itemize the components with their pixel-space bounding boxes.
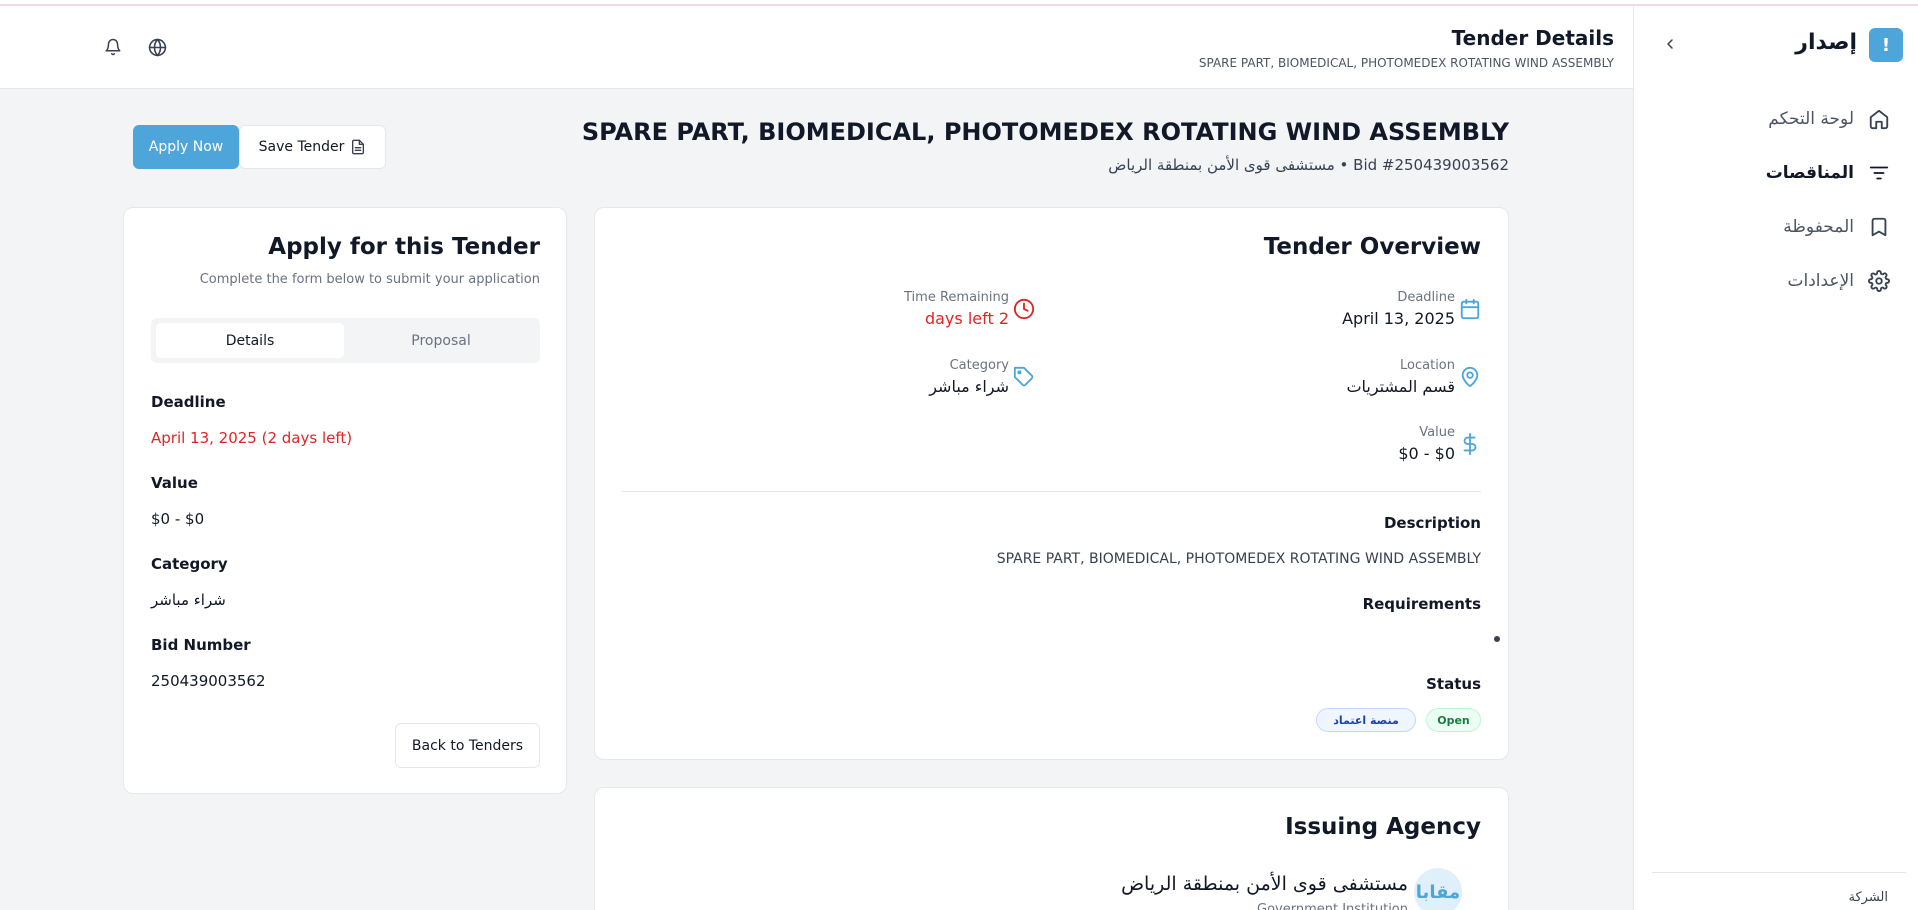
- calendar-icon: [1460, 298, 1480, 320]
- tab-details[interactable]: Details: [156, 323, 344, 358]
- status-label: Status: [1426, 675, 1481, 693]
- logo-icon: !: [1869, 28, 1903, 62]
- apply-tabs: Details Proposal: [151, 318, 540, 363]
- top-header: Tender Details SPARE PART, BIOMEDICAL, P…: [0, 6, 1633, 89]
- location-label: Location: [1400, 358, 1455, 373]
- document-icon: [352, 139, 365, 155]
- globe-icon[interactable]: [146, 36, 168, 58]
- category-info-value: شراء مباشر: [929, 377, 1009, 396]
- value-label: Value: [151, 474, 198, 492]
- overview-title: Tender Overview: [1263, 234, 1481, 260]
- sidebar-item-dashboard[interactable]: لوحة التحكم: [1768, 104, 1890, 134]
- time-remaining-value: days left 2: [924, 309, 1009, 328]
- deadline-label: Deadline: [151, 393, 226, 411]
- description-label: Description: [1383, 514, 1481, 532]
- clock-icon: [1013, 298, 1035, 320]
- home-icon: [1869, 109, 1889, 130]
- agency-title: Issuing Agency: [1285, 814, 1481, 840]
- sidebar-item-tenders[interactable]: المناقصات: [1766, 158, 1890, 188]
- brand-name: إصدار: [1795, 30, 1857, 55]
- time-remaining-info: Time Remaining days left 2: [904, 290, 1035, 328]
- sidebar-item-label: لوحة التحكم: [1768, 109, 1854, 129]
- sidebar-footer-label: الشركة: [1848, 890, 1888, 905]
- category-value: شراء مباشر: [151, 591, 226, 609]
- sidebar-item-label: المحفوظة: [1783, 217, 1854, 237]
- time-remaining-label: Time Remaining: [904, 290, 1009, 305]
- sidebar: ! إصدار لوحة التحكم المناقصات المحفوظة ا…: [1633, 6, 1918, 910]
- value-value: $0 - $0: [151, 510, 205, 528]
- bid-number-label: Bid Number: [151, 636, 251, 654]
- description-text: SPARE PART, BIOMEDICAL, PHOTOMEDEX ROTAT…: [996, 551, 1481, 567]
- deadline-info-label: Deadline: [1397, 290, 1455, 305]
- category-info: Category شراء مباشر: [929, 358, 1035, 396]
- deadline-info: Deadline April 13, 2025: [1342, 290, 1481, 328]
- gear-icon: [1868, 270, 1890, 292]
- filter-icon: [1869, 166, 1889, 180]
- tab-proposal[interactable]: Proposal: [347, 323, 535, 358]
- status-badge-platform: منصة اعتماد: [1316, 708, 1416, 732]
- apply-card-title: Apply for this Tender: [268, 234, 540, 260]
- page-subtitle: مستشفى قوى الأمن بمنطقة الرياض • Bid #25…: [1108, 156, 1509, 174]
- sidebar-item-settings[interactable]: الإعدادات: [1787, 266, 1890, 296]
- requirements-label: Requirements: [1362, 595, 1481, 613]
- category-info-label: Category: [949, 358, 1009, 373]
- back-to-tenders-button[interactable]: Back to Tenders: [395, 723, 540, 768]
- value-info-value: $0 - $0: [1398, 444, 1455, 463]
- status-badge-open: Open: [1426, 708, 1481, 732]
- category-label: Category: [151, 555, 228, 573]
- save-tender-button[interactable]: Save Tender: [239, 125, 386, 169]
- bell-icon[interactable]: [102, 36, 124, 58]
- map-pin-icon: [1461, 366, 1479, 388]
- page-title: SPARE PART, BIOMEDICAL, PHOTOMEDEX ROTAT…: [581, 118, 1509, 146]
- chevron-left-icon[interactable]: [1660, 34, 1680, 54]
- agency-name: مستشفى قوى الأمن بمنطقة الرياض: [1121, 873, 1408, 895]
- value-info: Value $0 - $0: [1398, 425, 1481, 463]
- agency-card: Issuing Agency مقابا مستشفى قوى الأمن بم…: [594, 787, 1509, 910]
- header-subtitle: SPARE PART, BIOMEDICAL, PHOTOMEDEX ROTAT…: [1198, 56, 1614, 70]
- bid-number-value: 250439003562: [151, 672, 266, 690]
- location-value: قسم المشتريات: [1346, 377, 1455, 396]
- apply-card: Apply for this Tender Complete the form …: [123, 207, 567, 794]
- overview-card: Tender Overview Deadline April 13, 2025 …: [594, 207, 1509, 760]
- sidebar-item-label: الإعدادات: [1787, 271, 1854, 291]
- sidebar-item-label: المناقصات: [1765, 163, 1854, 183]
- agency-type: Government Institution: [1257, 902, 1408, 910]
- tag-icon: [1013, 366, 1034, 387]
- header-title: Tender Details: [1451, 26, 1614, 50]
- deadline-value: April 13, 2025 (2 days left): [151, 429, 353, 447]
- agency-avatar: مقابا: [1414, 868, 1462, 910]
- apply-card-subtitle: Complete the form below to submit your a…: [199, 272, 540, 287]
- dollar-icon: [1463, 433, 1477, 455]
- requirements-bullet: [1494, 636, 1500, 642]
- overview-divider: [622, 491, 1481, 492]
- sidebar-divider: [1652, 872, 1906, 873]
- value-info-label: Value: [1419, 425, 1455, 440]
- bookmark-icon: [1871, 217, 1887, 237]
- location-info: Location قسم المشتريات: [1346, 358, 1481, 396]
- apply-now-button[interactable]: Apply Now: [133, 125, 239, 169]
- deadline-info-value: April 13, 2025: [1342, 309, 1455, 328]
- sidebar-item-saved[interactable]: المحفوظة: [1783, 212, 1890, 242]
- save-tender-label: Save Tender: [258, 139, 345, 155]
